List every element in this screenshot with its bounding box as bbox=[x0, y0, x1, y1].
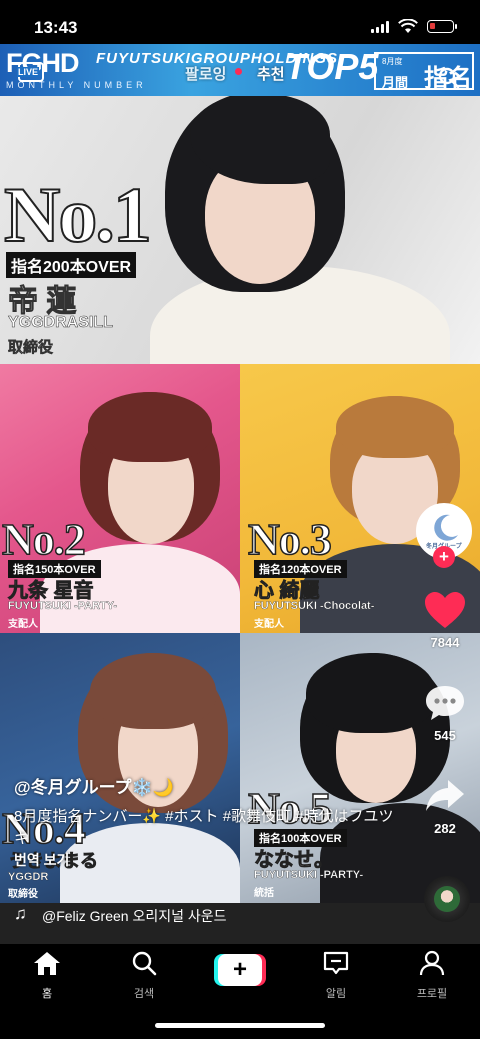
club-name: YGGDRASILL bbox=[8, 314, 113, 332]
music-title: @Feliz Green 오리지널 사운드 bbox=[42, 908, 227, 924]
host-name: 心 綺麗 bbox=[254, 580, 320, 603]
host-role: 支配人 bbox=[254, 619, 284, 630]
rank-number: No.1 bbox=[3, 170, 153, 259]
comment-icon bbox=[426, 686, 464, 720]
club-name: FUYUTSUKI -Chocolat- bbox=[254, 600, 375, 612]
profile-icon bbox=[419, 950, 445, 976]
person-bangs bbox=[90, 653, 216, 729]
search-icon bbox=[132, 951, 157, 976]
host-role: 取締役 bbox=[8, 339, 54, 357]
new-content-dot bbox=[235, 68, 242, 75]
nav-home-label: 홈 bbox=[41, 988, 53, 1000]
live-button[interactable]: LIVE bbox=[14, 58, 50, 88]
heart-icon bbox=[425, 592, 465, 628]
nav-profile-label: 프로필 bbox=[416, 988, 448, 1000]
nav-search[interactable]: 검색 bbox=[109, 950, 179, 1001]
rank-number: No.3 bbox=[247, 514, 332, 565]
rank-panel-1: No.1 指名200本OVER 帝 蓮 YGGDRASILL 取締役 bbox=[0, 96, 480, 364]
caption-description: 8月度指名ナンバー✨ #ホスト #歌舞伎町 #時代はフユツキ bbox=[14, 808, 394, 847]
person-bangs bbox=[306, 653, 436, 733]
cellular-signal-icon bbox=[371, 21, 390, 33]
nav-inbox[interactable]: 알림 bbox=[301, 950, 371, 1001]
translate-link[interactable]: 번역 보기 bbox=[14, 850, 394, 870]
club-name: YGGDR bbox=[8, 871, 49, 883]
search-icon[interactable] bbox=[437, 66, 461, 90]
video-caption: @冬月グループ❄️🌙 8月度指名ナンバー✨ #ホスト #歌舞伎町 #時代はフユツ… bbox=[14, 773, 394, 870]
caption-username[interactable]: @冬月グループ❄️🌙 bbox=[14, 773, 394, 798]
nav-search-label: 검색 bbox=[133, 988, 155, 1000]
share-arrow-icon bbox=[426, 780, 464, 811]
nav-profile[interactable]: 프로필 bbox=[397, 950, 467, 1001]
comment-button[interactable]: 545 bbox=[418, 683, 472, 743]
host-role: 統括 bbox=[254, 888, 274, 899]
live-label: LIVE bbox=[17, 67, 40, 77]
rank-panel-2: No.2 指名150本OVER 九条 星音 FUYUTSUKI -PARTY- … bbox=[0, 364, 240, 633]
like-button[interactable]: 7844 bbox=[418, 590, 472, 650]
banner-month-label: 月間 bbox=[382, 75, 409, 90]
rank-tag: 指名200本OVER bbox=[6, 252, 137, 278]
create-button[interactable]: + bbox=[214, 954, 266, 986]
status-bar: 13:43 bbox=[0, 0, 480, 44]
person-bangs bbox=[88, 392, 212, 462]
status-time: 13:43 bbox=[34, 18, 78, 37]
tab-following[interactable]: 팔로잉 bbox=[185, 63, 226, 84]
nav-inbox-label: 알림 bbox=[325, 988, 347, 1000]
host-role: 支配人 bbox=[8, 619, 38, 630]
tab-for-you[interactable]: 추천 bbox=[257, 63, 285, 84]
club-name: FUYUTSUKI -PARTY- bbox=[254, 869, 364, 881]
comment-count: 545 bbox=[434, 728, 456, 743]
music-row[interactable]: ♫ @Feliz Green 오리지널 사운드 bbox=[14, 904, 394, 926]
wifi-icon bbox=[398, 19, 418, 33]
bottom-nav: 홈 검색 + 알림 프로필 bbox=[0, 944, 480, 1039]
plus-icon: + bbox=[218, 954, 262, 986]
host-role: 取締役 bbox=[8, 889, 38, 900]
battery-icon bbox=[427, 20, 457, 33]
follow-button[interactable]: + bbox=[433, 546, 455, 568]
club-name: FUYUTSUKI -PARTY- bbox=[8, 600, 118, 612]
music-disc[interactable] bbox=[424, 876, 470, 922]
nav-home[interactable]: 홈 bbox=[12, 950, 82, 1001]
moon-logo-icon bbox=[434, 514, 458, 541]
like-count: 7844 bbox=[430, 635, 460, 650]
person-bangs bbox=[336, 396, 454, 458]
share-count: 282 bbox=[434, 821, 456, 836]
disc-cover-image bbox=[434, 886, 460, 912]
host-name: 九条 星音 bbox=[8, 580, 94, 603]
rank-number: No.2 bbox=[1, 514, 86, 565]
home-indicator bbox=[155, 1023, 325, 1028]
music-note-icon: ♫ bbox=[14, 904, 27, 923]
banner-month-small: 8月度 bbox=[382, 57, 403, 66]
feed-tabs: 팔로잉 추천 bbox=[175, 63, 315, 85]
home-icon bbox=[34, 952, 60, 975]
inbox-icon bbox=[323, 951, 349, 975]
share-button[interactable]: 282 bbox=[418, 776, 472, 836]
